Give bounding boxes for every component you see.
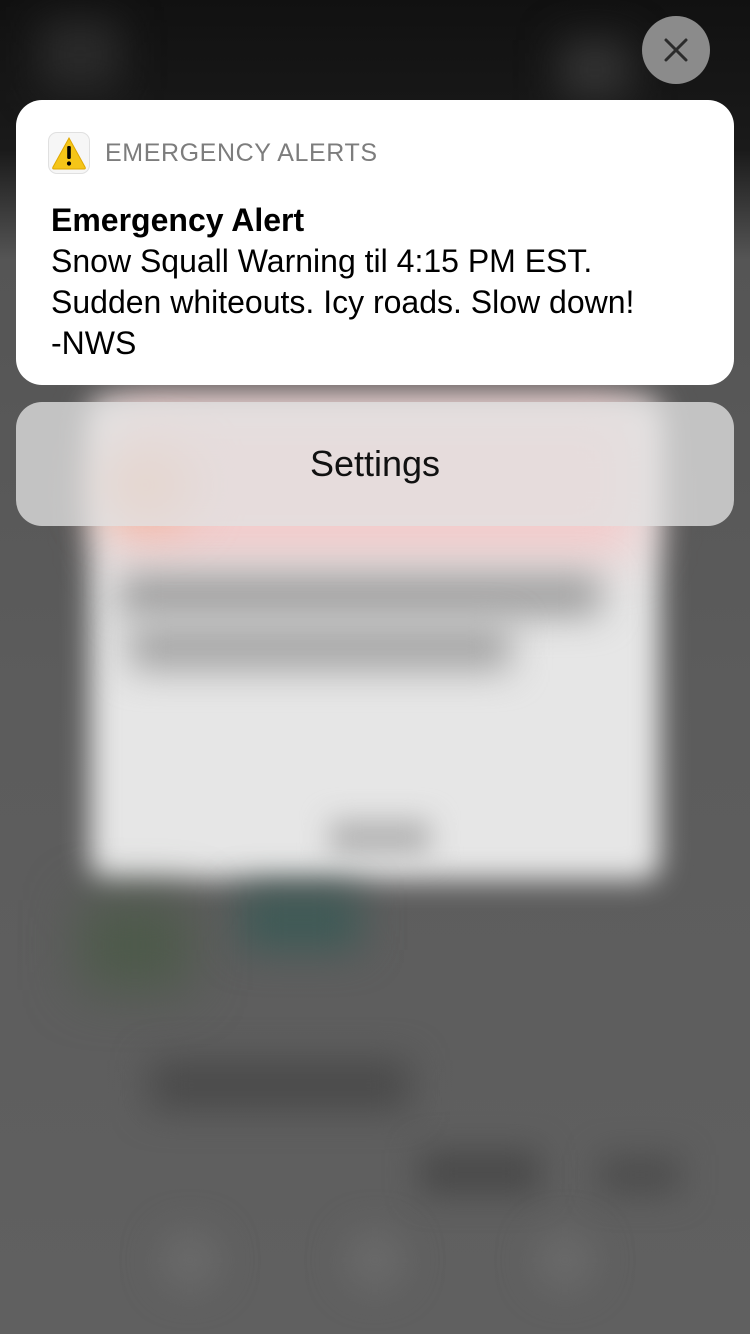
warning-triangle-icon bbox=[48, 132, 90, 174]
notification-body: Emergency Alert Snow Squall Warning til … bbox=[51, 200, 704, 364]
notification-card[interactable]: EMERGENCY ALERTS Emergency Alert Snow Sq… bbox=[16, 100, 734, 385]
notification-header: EMERGENCY ALERTS bbox=[48, 132, 378, 174]
alert-title: Emergency Alert bbox=[51, 202, 305, 238]
close-button[interactable] bbox=[642, 16, 710, 84]
alert-message-line: Snow Squall Warning til 4:15 PM EST. bbox=[51, 243, 593, 279]
close-icon bbox=[664, 38, 688, 62]
settings-label: Settings bbox=[309, 443, 441, 484]
alert-message-line: Sudden whiteouts. Icy roads. Slow down! bbox=[51, 284, 635, 320]
alert-message-line: -NWS bbox=[51, 325, 137, 361]
settings-button[interactable]: Settings bbox=[16, 402, 734, 526]
app-name: EMERGENCY ALERTS bbox=[105, 138, 378, 167]
